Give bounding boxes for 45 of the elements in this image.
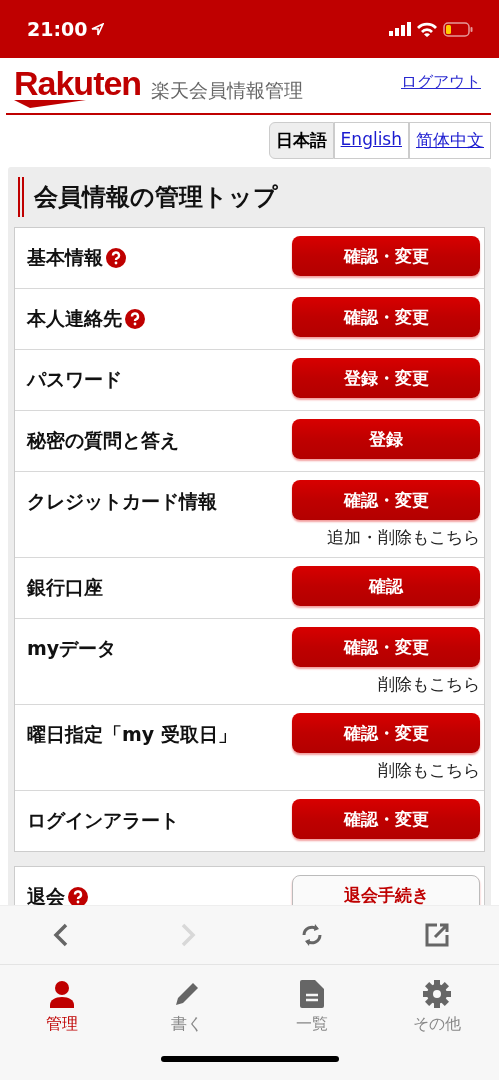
item-label: 銀行口座 (27, 575, 103, 600)
tab-item[interactable]: 書く (142, 979, 233, 1036)
action-button[interactable]: 確認 (292, 566, 480, 606)
tab-item[interactable]: その他 (391, 979, 482, 1036)
site-title: 楽天会員情報管理 (151, 78, 305, 103)
tab-item[interactable]: 管理 (17, 979, 108, 1036)
wifi-icon (417, 21, 437, 37)
item-label: myデータ (27, 636, 117, 661)
action-button[interactable]: 登録 (292, 419, 480, 459)
action-button[interactable]: 登録・変更 (292, 358, 480, 398)
item-label: 基本情報 (27, 245, 103, 270)
action-button[interactable]: 確認・変更 (292, 799, 480, 839)
signal-icon (389, 22, 411, 36)
item-note: 削除もこちら (378, 759, 480, 782)
item-label: 本人連絡先 (27, 306, 122, 331)
item-note: 削除もこちら (378, 673, 480, 696)
document-icon (299, 980, 324, 1008)
action-button[interactable]: 確認・変更 (292, 297, 480, 337)
clock: 21:00 (27, 18, 88, 40)
person-icon (49, 980, 76, 1008)
item-label: ログインアラート (27, 808, 179, 833)
logout-link[interactable]: ログアウト (401, 72, 481, 93)
item-note: 追加・削除もこちら (327, 526, 480, 549)
language-tab[interactable]: 日本語 (268, 122, 334, 159)
language-tab[interactable]: 简体中文 (409, 122, 491, 159)
location-arrow-icon (91, 22, 105, 36)
action-button[interactable]: 確認・変更 (292, 713, 480, 753)
battery-icon (443, 21, 473, 37)
withdraw-button[interactable]: 退会手続き (292, 875, 480, 905)
item-label: クレジットカード情報 (27, 489, 217, 514)
action-button[interactable]: 確認・変更 (292, 236, 480, 276)
logo-swoosh-icon (14, 100, 86, 108)
page-title: 会員情報の管理トップ (18, 177, 485, 217)
action-button[interactable]: 確認・変更 (292, 480, 480, 520)
item-label: 秘密の質問と答え (27, 428, 179, 453)
help-icon[interactable] (106, 248, 126, 268)
tab-item[interactable]: 一覧 (266, 979, 357, 1036)
settings-icon (422, 980, 451, 1008)
help-icon[interactable] (125, 309, 145, 329)
item-label: 曜日指定「my 受取日」 (27, 722, 237, 747)
item-label: パスワード (27, 367, 122, 392)
logo: Rakuten (14, 66, 142, 100)
language-tab[interactable]: English (333, 122, 409, 159)
help-icon[interactable] (68, 887, 88, 905)
action-button[interactable]: 確認・変更 (292, 627, 480, 667)
